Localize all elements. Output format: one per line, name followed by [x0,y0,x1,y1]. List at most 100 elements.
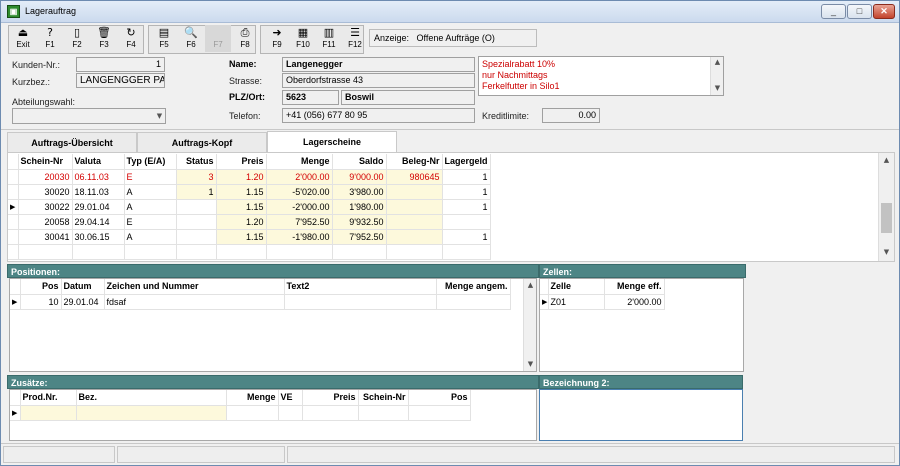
table-cell[interactable]: 1 [442,169,491,185]
table-row[interactable]: ▶ [10,405,471,421]
table-cell[interactable] [302,405,359,421]
tab-auftrags-uebersicht[interactable]: Auftrags-Übersicht [7,132,137,152]
table-cell[interactable]: 20058 [18,214,73,230]
toolbar-print-button[interactable]: ⎙ F8 [232,25,258,52]
table-cell[interactable]: 1 [176,184,217,200]
table-cell[interactable] [386,199,443,215]
telefon-field[interactable]: +41 (056) 677 80 95 [282,108,475,123]
scroll-up-icon[interactable]: ▲ [880,155,893,166]
table-cell[interactable]: 9'000.00 [332,169,387,185]
toolbar-delete-button[interactable]: 🗑 F3 [91,25,117,52]
scroll-up-icon[interactable]: ▲ [524,280,537,291]
tab-lagerscheine[interactable]: Lagerscheine [267,131,397,153]
toolbar-f12-button[interactable]: ☰ F12 [342,25,368,52]
table-cell[interactable]: A [124,199,177,215]
table-cell[interactable]: 29.01.04 [61,294,105,310]
table-cell[interactable]: A [124,184,177,200]
abteilung-select[interactable] [12,108,166,124]
table-cell[interactable]: 3'980.00 [332,184,387,200]
kreditlimite-field[interactable]: 0.00 [542,108,600,123]
toolbar-edit-button[interactable]: ▤ F5 [151,25,177,52]
toolbar-new-button[interactable]: ▯ F2 [64,25,90,52]
toolbar-f10-button[interactable]: ▦ F10 [290,25,316,52]
chevron-down-icon[interactable]: ▼ [153,111,166,122]
table-cell[interactable]: Z01 [548,294,605,310]
table-cell[interactable]: 9'932.50 [332,214,387,230]
kunden-nr-field[interactable]: 1 [76,57,165,72]
toolbar-export-button[interactable]: ➜ F9 [264,25,290,52]
strasse-field[interactable]: Oberdorfstrasse 43 [282,73,475,88]
toolbar-refresh-button[interactable]: ↻ F4 [118,25,144,52]
positionen-scrollbar[interactable]: ▲ ▼ [523,279,536,371]
table-cell[interactable]: 1.20 [216,169,267,185]
table-row[interactable]: ▶ 30022 29.01.04 A 1.15 -2'000.00 1'980.00 1 [8,199,491,215]
table-cell[interactable]: 1.20 [216,214,267,230]
table-cell[interactable]: A [124,229,177,245]
table-cell[interactable]: 10 [20,294,62,310]
scroll-down-icon[interactable]: ▼ [880,247,893,258]
minimize-button[interactable]: _ [821,4,846,19]
table-cell[interactable] [386,184,443,200]
table-cell[interactable]: -1'980.00 [266,229,333,245]
scroll-down-icon[interactable]: ▼ [711,83,724,94]
toolbar-f7-button[interactable]: F7 [205,25,231,52]
table-row[interactable]: ▶ 10 29.01.04 fdsaf [10,294,511,310]
table-cell[interactable]: E [124,214,177,230]
table-cell[interactable] [284,294,437,310]
table-cell[interactable]: 1 [442,184,491,200]
table-cell[interactable] [436,294,511,310]
table-cell[interactable]: fdsaf [104,294,285,310]
table-cell[interactable]: 980645 [386,169,443,185]
table-cell[interactable]: 1.15 [216,199,267,215]
table-cell[interactable]: 7'952.50 [332,229,387,245]
table-cell[interactable]: -5'020.00 [266,184,333,200]
bezeichnung2-field[interactable] [539,389,743,441]
table-cell[interactable] [176,199,217,215]
table-row[interactable]: ▶ Z01 2'000.00 [540,294,665,310]
table-cell[interactable] [176,214,217,230]
table-cell[interactable] [408,405,471,421]
ort-field[interactable]: Boswil [341,90,475,105]
lagerscheine-scrollbar[interactable]: ▲ ▼ [878,153,894,261]
table-cell[interactable]: 1'980.00 [332,199,387,215]
kurzbez-field[interactable]: LANGENGGER PAUL [76,73,165,88]
scroll-down-icon[interactable]: ▼ [524,359,537,370]
table-cell[interactable] [386,229,443,245]
table-cell[interactable]: 29.04.14 [72,214,125,230]
plz-field[interactable]: 5623 [282,90,339,105]
table-row[interactable]: 20058 29.04.14 E 1.20 7'952.50 9'932.50 [8,214,491,230]
table-row[interactable]: 30041 30.06.15 A 1.15 -1'980.00 7'952.50 1 [8,229,491,245]
table-cell[interactable]: 2'000.00 [266,169,333,185]
table-cell[interactable] [76,405,227,421]
table-cell[interactable]: E [124,169,177,185]
close-button[interactable]: ✕ [873,4,895,19]
table-cell[interactable]: -2'000.00 [266,199,333,215]
table-cell[interactable] [226,405,279,421]
table-cell[interactable]: 30.06.15 [72,229,125,245]
toolbar-search-button[interactable]: 🔍 F6 [178,25,204,52]
table-cell[interactable]: 3 [176,169,217,185]
table-cell[interactable]: 20030 [18,169,73,185]
table-cell[interactable]: 29.01.04 [72,199,125,215]
table-cell[interactable] [386,214,443,230]
table-cell[interactable]: 18.11.03 [72,184,125,200]
toolbar-exit-button[interactable]: ⏏ Exit [10,25,36,52]
table-cell[interactable]: 30041 [18,229,73,245]
table-cell[interactable]: 1.15 [216,229,267,245]
table-cell[interactable]: 7'952.50 [266,214,333,230]
scroll-up-icon[interactable]: ▲ [711,57,724,68]
scroll-thumb[interactable] [881,203,892,233]
memo-scrollbar[interactable]: ▲ ▼ [710,57,723,95]
table-cell[interactable]: 06.11.03 [72,169,125,185]
toolbar-help-button[interactable]: ? F1 [37,25,63,52]
table-cell[interactable] [176,229,217,245]
table-cell[interactable] [278,405,303,421]
table-row[interactable]: 20030 06.11.03 E 3 1.20 2'000.00 9'000.00 98064… [8,169,491,185]
toolbar-f11-button[interactable]: ▥ F11 [316,25,342,52]
name-field[interactable]: Langenegger [282,57,475,72]
tab-auftrags-kopf[interactable]: Auftrags-Kopf [137,132,267,152]
table-cell[interactable] [20,405,77,421]
memo-field[interactable]: Spezialrabatt 10% nur Nachmittags Ferkel… [478,56,724,96]
table-cell[interactable]: 1 [442,199,491,215]
table-cell[interactable]: 2'000.00 [604,294,665,310]
